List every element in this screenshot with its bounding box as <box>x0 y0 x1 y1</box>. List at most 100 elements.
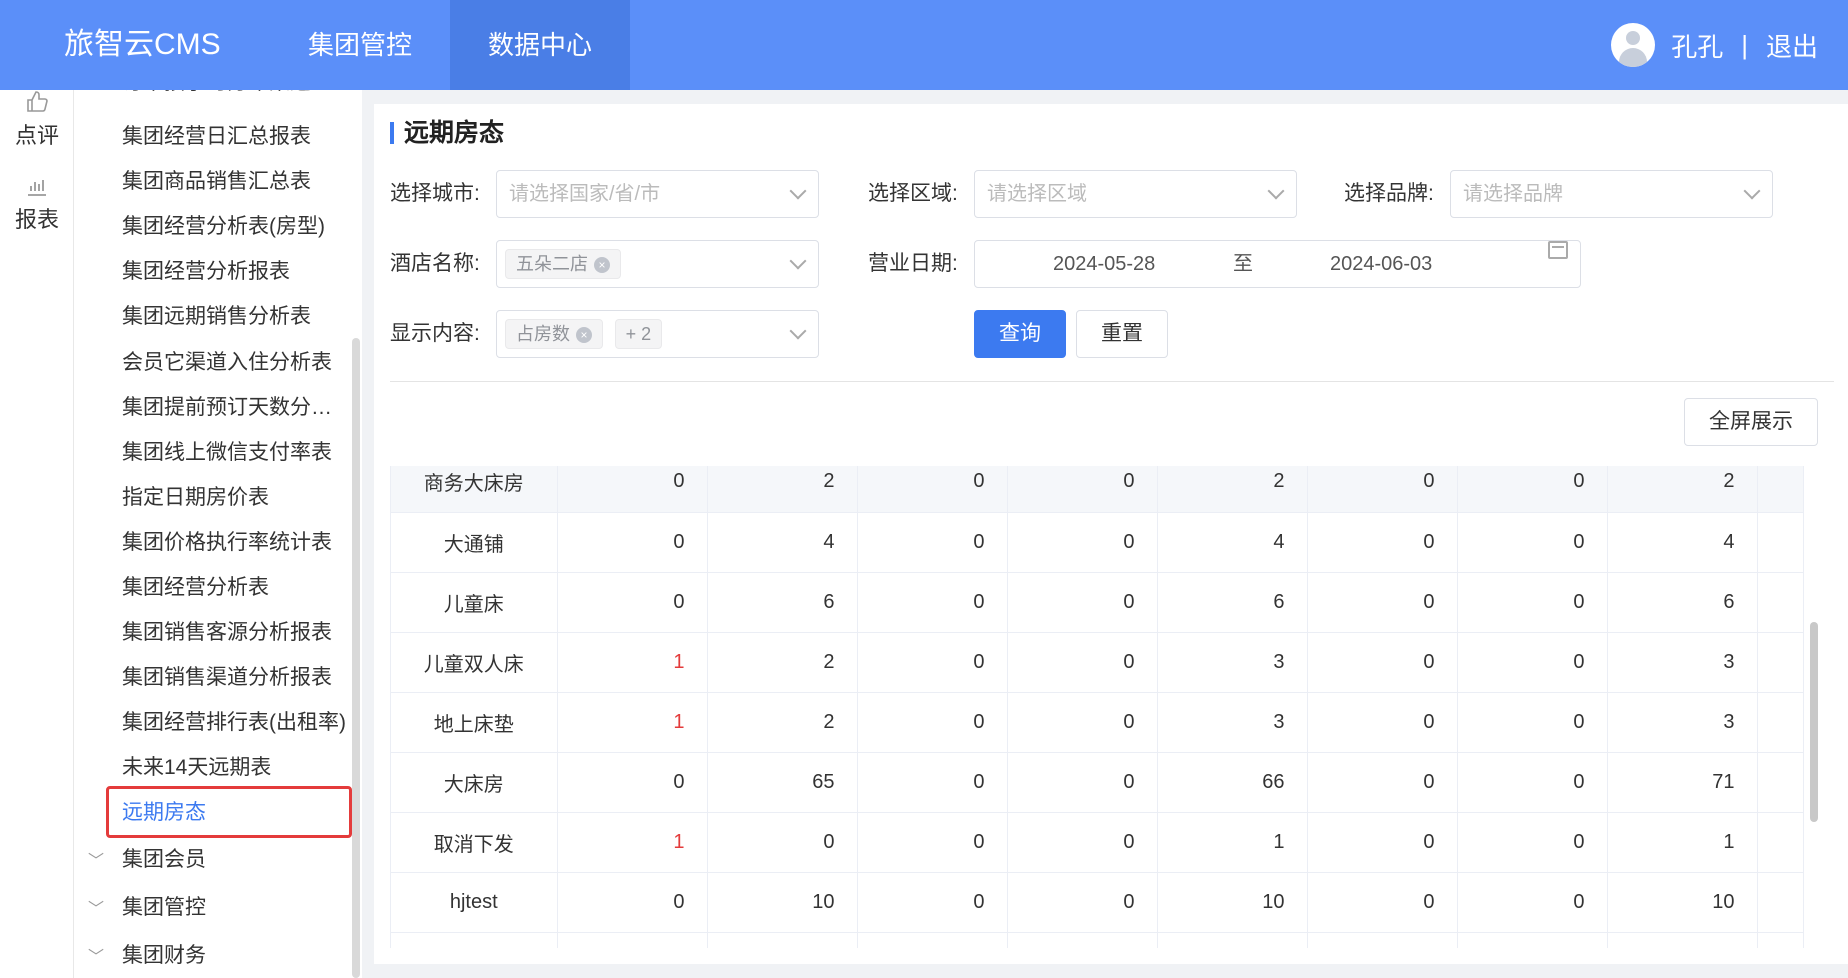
chevron-down-icon <box>1743 182 1761 200</box>
submenu-item[interactable]: 集团线上微信支付率表 <box>122 433 362 473</box>
value-cell: 0 <box>557 572 708 633</box>
submenu-scrollbar[interactable] <box>352 338 360 978</box>
table-scrollbar[interactable] <box>1810 622 1818 822</box>
room-type-cell: 大通铺 <box>391 512 558 573</box>
filler-cell <box>1757 632 1804 693</box>
filler-cell <box>1757 692 1804 753</box>
menu-group-members[interactable]: ﹀ 集团会员 <box>88 840 206 880</box>
brand-label: 选择品牌: <box>1344 182 1434 205</box>
submenu-item[interactable]: 集团远期销售分析表 <box>122 297 362 337</box>
submenu-item[interactable]: 集团经营日汇总报表 <box>122 117 362 157</box>
value-cell: 0 <box>1007 692 1158 753</box>
value-cell: 71 <box>1607 752 1758 813</box>
filler-cell <box>1757 812 1804 873</box>
brand-select[interactable]: 请选择品牌 <box>1450 170 1773 218</box>
logout-link[interactable]: 退出 <box>1766 27 1818 64</box>
value-cell: 0 <box>857 812 1008 873</box>
value-cell <box>1007 932 1158 948</box>
hotel-tag: 五朵二店 × <box>505 249 621 279</box>
date-end[interactable]: 2024-06-03 <box>1330 241 1432 287</box>
value-cell: 1 <box>557 692 708 753</box>
value-cell: 0 <box>1457 572 1608 633</box>
value-cell: 3 <box>1157 692 1308 753</box>
menu-group-label: 集团管控 <box>122 896 206 919</box>
chevron-down-icon: ﹀ <box>88 949 105 966</box>
submenu-item[interactable]: 集团销售渠道分析报表 <box>122 658 362 698</box>
room-type-cell: 地上床垫 <box>391 692 558 753</box>
rail-item-report[interactable]: 报表 <box>0 174 74 234</box>
submenu-item[interactable]: 集团经营分析报表 <box>122 252 362 292</box>
value-cell: 0 <box>1007 632 1158 693</box>
value-cell <box>1157 932 1308 948</box>
date-range-picker[interactable]: 2024-05-28 至 2024-06-03 <box>974 240 1581 288</box>
date-start[interactable]: 2024-05-28 <box>1053 241 1155 287</box>
top-header: 旅智云CMS 集团管控 数据中心 孔孔 | 退出 <box>0 0 1848 90</box>
hotel-select[interactable]: 五朵二店 × <box>496 240 819 288</box>
value-cell: 0 <box>1007 572 1158 633</box>
date-label: 营业日期: <box>868 252 958 275</box>
submenu-item[interactable]: 集团经营排行表(出租率) <box>122 703 362 743</box>
value-cell: 0 <box>707 812 858 873</box>
submenu-item[interactable]: 订单按小时分布渠道… <box>122 90 362 103</box>
value-cell: 66 <box>1157 752 1308 813</box>
table-row: 地上床垫 1 2 0 0 3 0 0 3 <box>391 692 1804 753</box>
table-row: hjtest 0 10 0 0 10 0 0 10 <box>391 872 1804 933</box>
app-brand[interactable]: 旅智云CMS <box>0 0 270 90</box>
value-cell: 0 <box>1307 572 1458 633</box>
fullscreen-button[interactable]: 全屏展示 <box>1684 398 1818 446</box>
room-type-cell: 大床房 <box>391 752 558 813</box>
value-cell: 0 <box>857 466 1008 513</box>
value-cell: 0 <box>1307 632 1458 693</box>
date-separator: 至 <box>1233 253 1253 275</box>
top-nav: 集团管控 数据中心 <box>270 0 630 90</box>
submenu-item[interactable]: 集团经营分析表(房型) <box>122 207 362 247</box>
value-cell: 6 <box>707 572 858 633</box>
icon-rail: 点评 报表 <box>0 90 74 978</box>
reset-button[interactable]: 重置 <box>1076 310 1168 358</box>
city-select[interactable]: 请选择国家/省/市 <box>496 170 819 218</box>
table-row: 儿童双人床 1 2 0 0 3 0 0 3 <box>391 632 1804 693</box>
value-cell: 2 <box>1607 466 1758 513</box>
calendar-icon <box>1548 241 1568 259</box>
user-name[interactable]: 孔孔 <box>1671 27 1723 64</box>
query-button[interactable]: 查询 <box>974 310 1066 358</box>
value-cell: 10 <box>707 872 858 933</box>
value-cell: 2 <box>707 632 858 693</box>
value-cell: 0 <box>557 752 708 813</box>
value-cell: 0 <box>1457 632 1608 693</box>
submenu-item[interactable]: 集团价格执行率统计表 <box>122 523 362 563</box>
submenu-item[interactable]: 集团经营分析表 <box>122 568 362 608</box>
nav-data-center[interactable]: 数据中心 <box>450 0 630 90</box>
content-tag-label: 占房数 <box>516 324 570 344</box>
nav-group-control[interactable]: 集团管控 <box>270 0 450 90</box>
chevron-down-icon <box>789 182 807 200</box>
room-status-table: 商务大床房 0 2 0 0 2 0 0 2 大通铺 0 4 0 0 4 0 0 4 儿童床 0 6 0 0 6 0 0 6 儿童双人床… <box>390 466 1816 948</box>
chevron-down-icon <box>789 252 807 270</box>
tag-close-icon[interactable]: × <box>594 257 610 274</box>
city-placeholder: 请选择国家/省/市 <box>509 183 661 205</box>
submenu-item[interactable]: 指定日期房价表 <box>122 478 362 518</box>
avatar[interactable] <box>1611 23 1656 67</box>
submenu-item[interactable]: 集团商品销售汇总表 <box>122 162 362 202</box>
rail-item-review[interactable]: 点评 <box>0 90 74 150</box>
menu-group-control[interactable]: ﹀ 集团管控 <box>88 888 206 928</box>
submenu-item[interactable]: 集团提前预订天数分… <box>122 388 362 428</box>
rail-label-report: 报表 <box>14 207 59 232</box>
menu-group-finance[interactable]: ﹀ 集团财务 <box>88 936 206 976</box>
city-label: 选择城市: <box>390 182 480 205</box>
value-cell: 0 <box>1307 466 1458 513</box>
table-row: 儿童床 0 6 0 0 6 0 0 6 <box>391 572 1804 633</box>
value-cell: 0 <box>1007 872 1158 933</box>
submenu-item[interactable]: 会员它渠道入住分析表 <box>122 343 362 383</box>
value-cell: 0 <box>1307 812 1458 873</box>
content-select[interactable]: 占房数 × + 2 <box>496 310 819 358</box>
chevron-down-icon <box>1267 182 1285 200</box>
submenu-item[interactable]: 集团销售客源分析报表 <box>122 613 362 653</box>
value-cell: 0 <box>857 752 1008 813</box>
report-submenu: 订单按小时分布渠道… 集团经营日汇总报表 集团商品销售汇总表 集团经营分析表(房… <box>74 90 362 978</box>
content-more-tag: + 2 <box>614 319 663 349</box>
tag-close-icon[interactable]: × <box>576 327 592 344</box>
value-cell: 2 <box>707 466 858 513</box>
area-select[interactable]: 请选择区域 <box>974 170 1297 218</box>
submenu-item[interactable]: 未来14天远期表 <box>122 748 362 788</box>
